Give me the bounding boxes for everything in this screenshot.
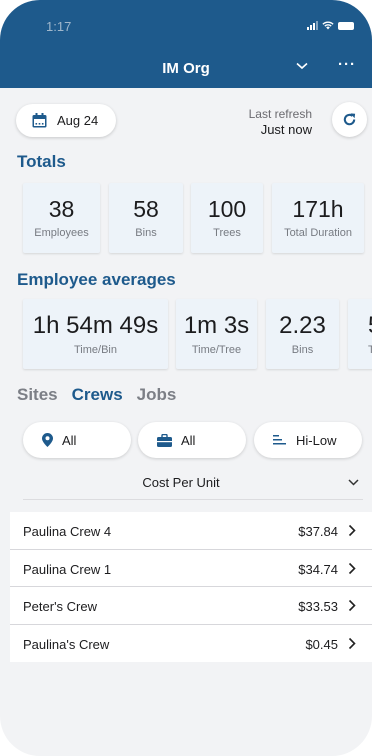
totals-label: Employees	[34, 227, 89, 239]
averages-label: Time/Bin	[74, 344, 117, 356]
wifi-icon	[322, 21, 334, 30]
site-filter-button[interactable]: All	[23, 422, 131, 458]
tab-jobs[interactable]: Jobs	[137, 385, 177, 405]
list-item[interactable]: Paulina's Crew $0.45	[10, 625, 372, 663]
sort-order-label: Hi-Low	[296, 432, 337, 448]
averages-card-bins: 2.23 Bins	[266, 299, 339, 369]
totals-card-bins: 58 Bins	[109, 183, 183, 253]
crew-value: $0.45	[305, 636, 338, 652]
totals-value: 171h	[292, 196, 344, 222]
averages-card-partial: 5 T	[348, 299, 372, 369]
averages-label: Bins	[291, 344, 314, 356]
chevron-down-icon	[348, 479, 359, 486]
chevron-right-icon	[348, 562, 356, 574]
group-tabs: Sites Crews Jobs	[17, 385, 176, 405]
refresh-icon	[343, 113, 356, 126]
crew-value: $33.53	[298, 599, 338, 614]
date-picker-button[interactable]: Aug 24	[16, 104, 116, 137]
org-chevron-down-icon[interactable]	[296, 62, 308, 70]
app-header: 1:17 IM Org ···	[0, 0, 372, 88]
battery-icon	[338, 22, 354, 30]
refresh-button[interactable]	[332, 102, 367, 137]
list-item[interactable]: Peter's Crew $33.53	[10, 587, 372, 625]
crew-name: Paulina Crew 1	[23, 561, 112, 577]
org-title: IM Org	[162, 60, 210, 77]
crew-name: Paulina Crew 4	[23, 524, 112, 539]
averages-value: 1h 54m 49s	[32, 312, 159, 339]
totals-card-employees: 38 Employees	[23, 183, 100, 253]
crew-name: Peter's Crew	[23, 599, 98, 614]
list-item[interactable]: Paulina Crew 4 $37.84	[10, 512, 372, 550]
totals-label: Total Duration	[284, 227, 352, 239]
list-item[interactable]: Paulina Crew 1 $34.74	[10, 550, 372, 587]
tab-crews[interactable]: Crews	[72, 385, 123, 405]
totals-value: 38	[48, 196, 75, 222]
totals-label: Bins	[135, 227, 157, 239]
averages-value: 5	[368, 312, 372, 340]
averages-label: T	[368, 344, 372, 356]
location-pin-icon	[42, 433, 53, 447]
chevron-right-icon	[348, 637, 356, 649]
metric-selector[interactable]: Cost Per Unit	[23, 464, 363, 500]
crew-value: $34.74	[298, 561, 338, 577]
sort-order-button[interactable]: Hi-Low	[254, 422, 362, 458]
chevron-right-icon	[348, 524, 356, 537]
totals-card-trees: 100 Trees	[191, 183, 263, 253]
employee-averages-title: Employee averages	[17, 270, 176, 289]
briefcase-icon	[157, 433, 172, 447]
averages-label: Time/Tree	[191, 344, 242, 356]
job-filter-button[interactable]: All	[138, 422, 246, 458]
totals-value: 58	[133, 196, 159, 222]
sort-descending-icon	[273, 435, 286, 445]
averages-value: 1m 3s	[183, 312, 250, 339]
site-filter-label: All	[62, 432, 77, 448]
last-refresh-label: Last refresh	[248, 107, 312, 121]
crew-list: Paulina Crew 4 $37.84 Paulina Crew 1 $34…	[10, 512, 372, 662]
totals-title: Totals	[17, 152, 66, 171]
chevron-right-icon	[348, 599, 356, 612]
totals-value: 100	[207, 196, 247, 222]
averages-card-time-bin: 1h 54m 49s Time/Bin	[23, 299, 168, 369]
signal-icon	[307, 21, 318, 30]
crew-name: Paulina's Crew	[23, 636, 110, 652]
status-time: 1:17	[46, 19, 72, 34]
last-refresh-value: Just now	[260, 122, 312, 137]
phone-screen: 1:17 IM Org ··· Aug 24 Last refresh Just…	[0, 0, 372, 756]
metric-label: Cost Per Unit	[142, 475, 220, 490]
averages-card-time-tree: 1m 3s Time/Tree	[176, 299, 257, 369]
crew-value: $37.84	[298, 524, 338, 539]
totals-label: Trees	[213, 227, 241, 239]
last-refresh: Last refresh Just now	[249, 107, 312, 137]
date-label: Aug 24	[57, 113, 99, 128]
totals-card-total-duration: 171h Total Duration	[272, 183, 364, 253]
tab-sites[interactable]: Sites	[17, 385, 58, 405]
averages-value: 2.23	[279, 312, 326, 339]
more-options-icon[interactable]: ···	[338, 56, 356, 73]
status-icons	[307, 21, 354, 30]
calendar-icon	[32, 113, 47, 128]
job-filter-label: All	[181, 432, 196, 448]
